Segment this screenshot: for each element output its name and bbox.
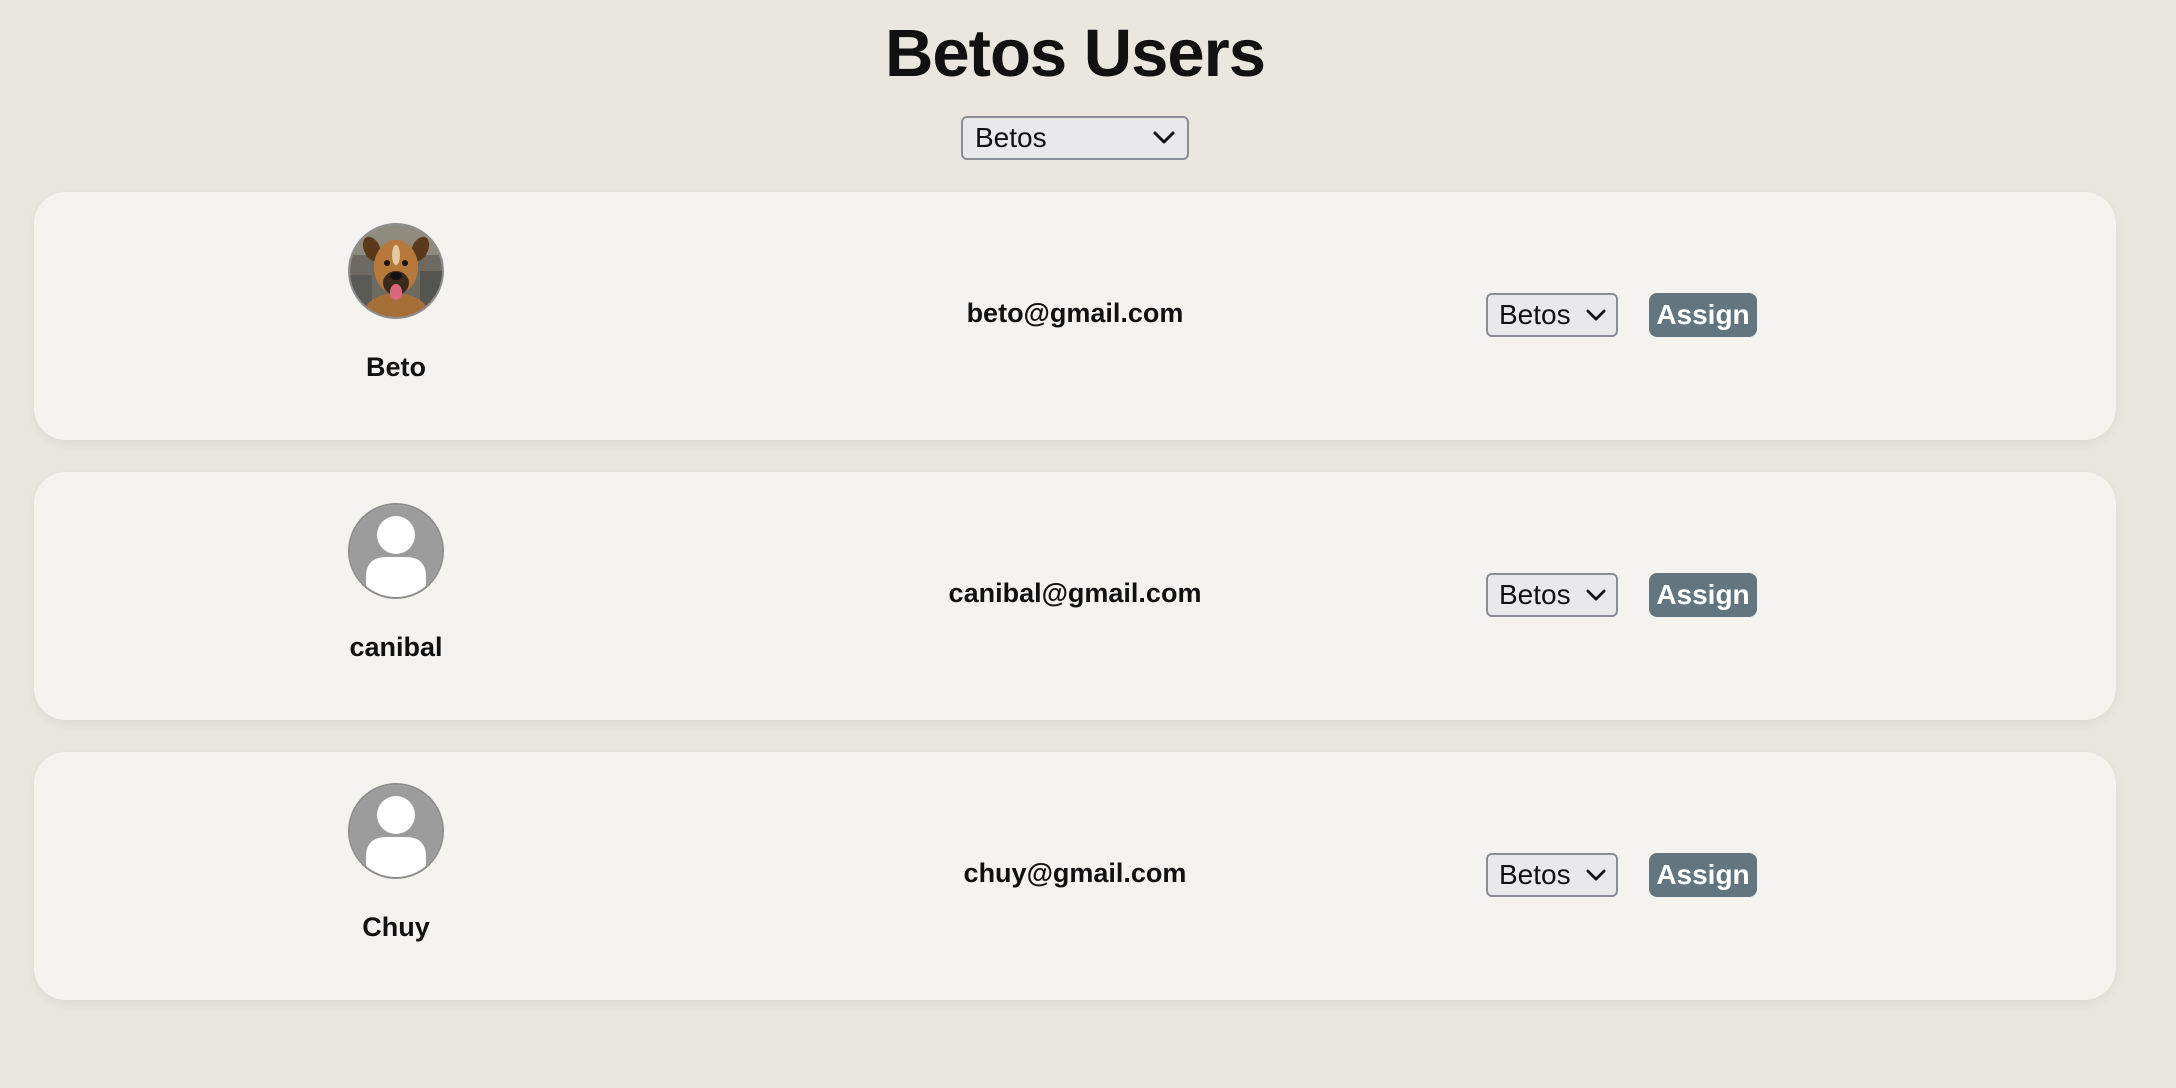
default-avatar [348, 503, 444, 599]
user-card: Chuy chuy@gmail.com Betos Assign [34, 752, 2116, 1000]
default-avatar [348, 783, 444, 879]
group-filter-select[interactable]: Betos [961, 116, 1189, 160]
page-title: Betos Users [884, 16, 1266, 91]
assign-button[interactable]: Assign [1649, 853, 1757, 897]
group-select[interactable]: Betos [1486, 853, 1618, 897]
group-select-value: Betos [1499, 579, 1571, 610]
user-icon [350, 505, 442, 597]
dog-avatar [348, 223, 444, 319]
group-select[interactable]: Betos [1486, 573, 1618, 617]
user-email: canibal@gmail.com [948, 578, 1202, 608]
group-filter-value: Betos [975, 122, 1047, 153]
user-name: Beto [366, 352, 426, 382]
chevron-down-icon [1586, 309, 1606, 320]
assign-button[interactable]: Assign [1649, 573, 1757, 617]
user-card: Beto beto@gmail.com Betos Assign [34, 192, 2116, 440]
user-email: chuy@gmail.com [963, 858, 1187, 888]
users-page: Betos Users Betos Beto beto@gmail.com Be… [0, 0, 2176, 1088]
user-name: Chuy [362, 912, 430, 942]
group-select-value: Betos [1499, 299, 1571, 330]
chevron-down-icon [1586, 869, 1606, 880]
group-select-value: Betos [1499, 859, 1571, 890]
user-card: canibal canibal@gmail.com Betos Assign [34, 472, 2116, 720]
chevron-down-icon [1153, 131, 1175, 144]
chevron-down-icon [1586, 589, 1606, 600]
assign-button[interactable]: Assign [1649, 293, 1757, 337]
user-email: beto@gmail.com [966, 298, 1184, 328]
dog-photo-icon [350, 225, 442, 317]
group-select[interactable]: Betos [1486, 293, 1618, 337]
user-icon [350, 785, 442, 877]
user-name: canibal [349, 632, 443, 662]
